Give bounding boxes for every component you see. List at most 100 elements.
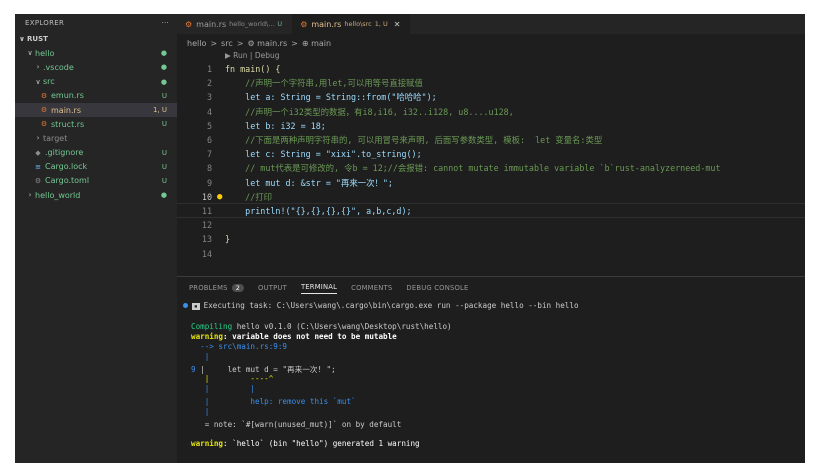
compiling-rest: hello v0.1.0 (C:\Users\wang\Desktop\rust… [232,322,452,331]
gutter-bar: | | [191,384,256,393]
explorer-item[interactable]: ⚙ Cargo.toml U [15,174,177,188]
gutter-bar: | [191,352,210,361]
code-line[interactable]: 12 [177,218,805,232]
tab-problems[interactable]: PROBLEMS 2 [189,284,245,292]
explorer-item[interactable]: ≡ Cargo.lock U [15,160,177,174]
explorer-item-label: emun.rs [51,91,84,101]
file-type-icon: ◆ [35,148,41,157]
explorer-item[interactable]: ∨ src ● [15,75,177,89]
tab-status: 1, U [374,20,388,28]
tab-comments[interactable]: COMMENTS [351,284,392,292]
code-line[interactable]: 13} [177,232,805,246]
explorer-title: EXPLORER [25,19,65,27]
lightbulb-icon[interactable]: ● [217,192,222,202]
tab-main-rs-hello-world[interactable]: ⚙ main.rs hello_world\... U [177,14,292,34]
breadcrumb-hello[interactable]: hello [187,39,206,48]
workspace-root[interactable]: ∨ RUST [15,32,177,46]
explorer-item-label: main.rs [51,105,81,115]
line-number: 1 [206,64,212,75]
terminal-output[interactable]: ▪ Executing task: C:\Users\wang\.cargo\bi… [177,301,805,463]
code-line[interactable]: 10 ● //打印 [177,190,805,204]
line-number: 12 [201,220,212,231]
code-text: let c: String = "xixi".to_string(); [225,149,422,160]
code-line[interactable]: 7 let c: String = "xixi".to_string(); [177,147,805,161]
code-text: //下面是两种声明字符串的, 可以用冒号来声明, 后面写参数类型, 模板: le… [225,135,603,146]
final-warning-word: warning [191,439,224,448]
code-line[interactable]: 14 [177,247,805,261]
warning-location: --> src\main.rs:9:9 [191,342,288,351]
code-line[interactable]: 4 //声明一个i32类型的数据，有i8,i16, i32..i128, u8.… [177,105,805,119]
code-line[interactable]: 6 //下面是两种声明字符串的, 可以用冒号来声明, 后面写参数类型, 模板: … [177,133,805,147]
file-type-icon: ⚙ [34,176,42,185]
explorer-item[interactable]: › .vscode ● [15,60,177,74]
breadcrumb-separator: > [291,38,298,48]
more-actions-icon[interactable]: ··· [161,19,169,27]
code-text: //声明一个字符串,用let,可以用等号直接赋值 [225,78,423,89]
chevron-right-icon: › [36,63,40,72]
final-warning-message: : `hello` (bin "hello") generated 1 warn… [223,439,420,448]
explorer-item-label: struct.rs [51,119,85,129]
breadcrumb-main-fn[interactable]: ⊕ main [302,39,331,48]
explorer-item[interactable]: ⚙ main.rs 1, U [15,102,177,118]
task-status-dot [183,303,188,308]
editor-tabs: ⚙ main.rs hello_world\... U ⚙ main.rs he… [177,14,805,34]
chevron-right-icon: › [28,191,32,200]
breadcrumb-separator: > [210,38,218,48]
code-line[interactable]: 11 println!("{},{},{},{}", a,b,c,d); [177,204,805,218]
source-line-text: | let mut d = "再来一次! "; [195,365,336,374]
git-status-badge: U [161,176,167,185]
workspace-root-label: RUST [27,35,48,44]
line-number: 8 [206,163,212,174]
file-type-icon: ≡ [35,162,41,171]
explorer-item-label: .gitignore [45,148,84,158]
code-line[interactable]: 2 //声明一个字符串,用let,可以用等号直接赋值 [177,76,805,90]
warning-word: warning [191,332,224,341]
tab-terminal[interactable]: TERMINAL [300,283,338,294]
chevron-down-icon: ∨ [27,49,33,58]
line-number: 13 [201,234,212,245]
explorer-item[interactable]: › hello_world ● [15,188,177,202]
code-line[interactable]: 3 let a: String = String::from("哈哈哈"); [177,90,805,104]
code-line[interactable]: 1 fn main() { [177,62,805,76]
explorer-item-label: Cargo.lock [45,162,88,172]
line-number: 10 [201,191,212,202]
code-line[interactable]: 5 let b: i32 = 18; [177,119,805,133]
tab-output[interactable]: OUTPUT [258,284,287,292]
tab-debug-console[interactable]: DEBUG CONSOLE [406,284,468,292]
tab-main-rs-hello[interactable]: ⚙ main.rs hello\src 1, U ✕ [292,14,411,34]
git-status-badge: ● [160,191,167,200]
task-line: ▪ Executing task: C:\Users\wang\.cargo\bi… [183,301,579,310]
explorer-item[interactable]: › target [15,131,177,145]
run-debug-codelens[interactable]: ▶ Run | Debug [225,51,280,62]
code-text: println!("{},{},{},{}", a,b,c,d); [225,206,412,217]
chevron-right-icon: › [36,134,40,143]
breadcrumb-src[interactable]: src [221,39,233,48]
vscode-window: EXPLORER ··· ∨ RUST ∨ hello ● › .vscode ● ∨ src… [15,14,805,463]
line-number: 11 [201,206,212,217]
code-text: fn main() { [225,64,281,75]
code-editor[interactable]: ▶ Run | Debug 1 fn main() {2 //声明一个字符串,用l… [177,51,805,272]
code-line[interactable]: 9 let mut d: &str = "再来一次！"; [177,176,805,190]
explorer-item[interactable]: ⚙ struct.rs U [15,117,177,131]
line-number: 14 [201,248,212,259]
explorer-item-label: Cargo.toml [45,176,90,186]
line-number: 6 [206,135,212,146]
code-text: let mut d: &str = "再来一次！"; [225,177,393,188]
chevron-down-icon: ∨ [19,35,25,44]
explorer-item-label: hello_world [35,190,81,200]
explorer-item[interactable]: ∨ hello ● [15,46,177,60]
close-icon[interactable]: ✕ [394,20,401,29]
file-type-icon: ⚙ [40,91,48,100]
git-status-badge: 1, U [152,106,167,115]
explorer-item-label: src [43,77,55,87]
code-line[interactable]: 8 // mut代表是可修改的, 令b = 12;//会报错: cannot m… [177,161,805,175]
breadcrumb-main-rs[interactable]: ⚙ main.rs [247,39,287,48]
explorer-item[interactable]: ⚙ emun.rs U [15,89,177,103]
line-number: 9 [206,177,212,188]
compiling-line: Compiling hello v0.1.0 (C:\Users\wang\De… [191,322,452,331]
explorer-item[interactable]: ◆ .gitignore U [15,146,177,160]
code-text: } [225,234,231,245]
help-line: | help: remove this `mut` [191,397,356,406]
git-status-badge: U [161,162,167,171]
chevron-down-icon: ∨ [35,77,41,86]
